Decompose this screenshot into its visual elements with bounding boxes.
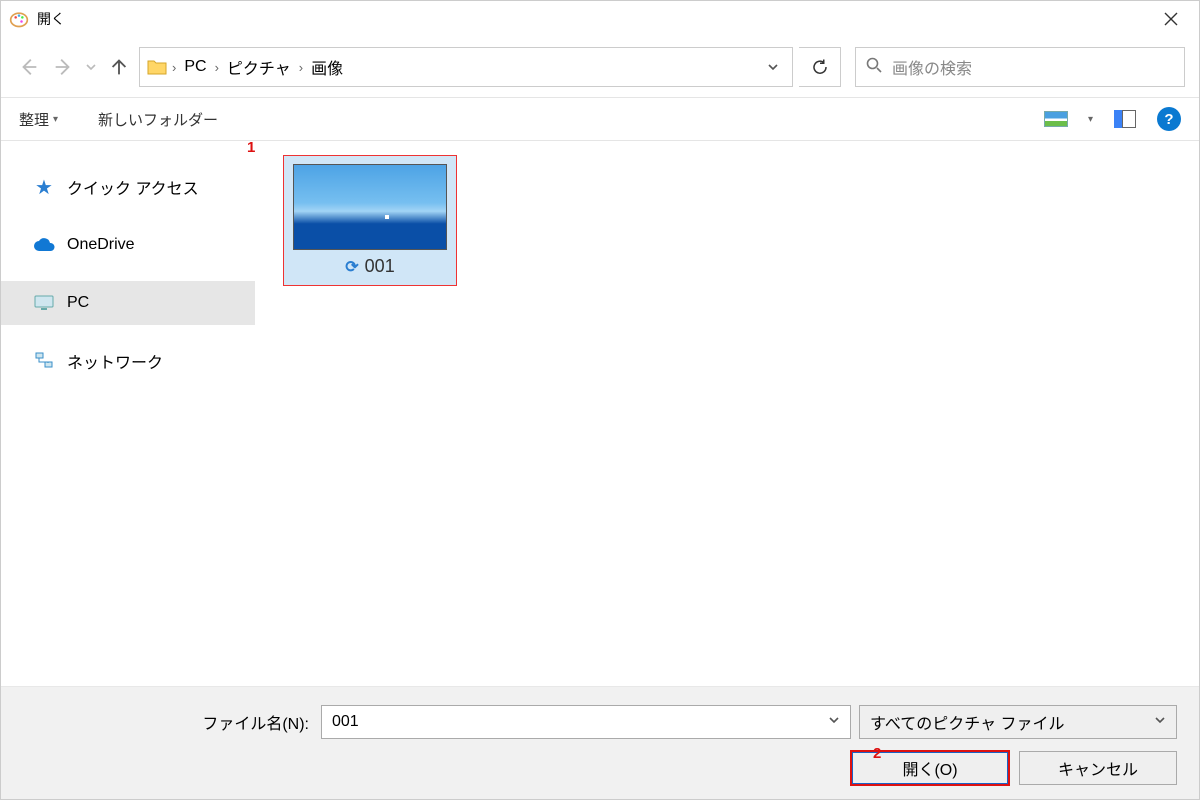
close-button[interactable] — [1151, 1, 1191, 37]
breadcrumb-item[interactable]: 画像 — [307, 53, 347, 81]
sidebar-item-onedrive[interactable]: OneDrive — [1, 223, 255, 267]
sidebar-item-pc[interactable]: PC — [1, 281, 255, 325]
dialog-title: 開く — [37, 9, 1151, 29]
caret-down-icon: ▾ — [53, 114, 58, 125]
nav-back-button[interactable] — [15, 53, 43, 81]
file-thumbnail — [293, 164, 447, 250]
chevron-down-icon[interactable] — [828, 713, 840, 731]
nav-history-dropdown[interactable] — [83, 53, 99, 81]
chevron-right-icon: › — [295, 60, 307, 75]
sidebar-item-quick-access[interactable]: ★ クイック アクセス — [1, 165, 255, 209]
breadcrumb-item[interactable]: PC — [180, 56, 210, 78]
arrow-up-icon — [108, 56, 130, 78]
network-icon — [33, 350, 55, 372]
filename-input[interactable]: 001 — [321, 705, 851, 739]
dialog-footer: ファイル名(N): 001 すべてのピクチャ ファイル 2 開く(O) キャンセ… — [1, 686, 1199, 799]
refresh-icon — [811, 58, 829, 76]
sidebar-item-network[interactable]: ネットワーク — [1, 339, 255, 383]
file-item-selected[interactable]: ⟳ 001 — [283, 155, 457, 286]
sync-icon: ⟳ — [345, 257, 358, 277]
open-button-label: 開く(O) — [902, 756, 957, 780]
filetype-value: すべてのピクチャ ファイル — [870, 710, 1065, 734]
annotation-callout-2: 2 — [873, 745, 881, 762]
sidebar-item-label: PC — [67, 294, 89, 312]
annotation-callout-1: 1 — [247, 141, 255, 156]
cloud-icon — [33, 234, 55, 256]
search-icon — [866, 57, 882, 78]
picture-icon — [1044, 111, 1068, 127]
sidebar-item-label: クイック アクセス — [67, 175, 199, 199]
file-name: 001 — [365, 256, 395, 277]
caret-down-icon[interactable]: ▾ — [1088, 114, 1093, 125]
new-folder-button[interactable]: 新しいフォルダー — [98, 109, 218, 130]
folder-icon — [146, 56, 168, 78]
help-button[interactable]: ? — [1157, 107, 1181, 131]
organize-menu[interactable]: 整理 ▾ — [19, 109, 58, 130]
help-icon: ? — [1164, 111, 1173, 128]
open-dialog: 開く › PC › ピクチャ › 画像 — [0, 0, 1200, 800]
filename-label: ファイル名(N): — [23, 710, 313, 734]
sidebar-item-label: OneDrive — [67, 236, 135, 254]
paint-icon — [9, 9, 29, 29]
address-bar[interactable]: › PC › ピクチャ › 画像 — [139, 47, 793, 87]
chevron-right-icon: › — [168, 60, 180, 75]
sidebar: ★ クイック アクセス OneDrive PC — [1, 141, 255, 686]
nav-up-button[interactable] — [105, 53, 133, 81]
sidebar-item-label: ネットワーク — [67, 349, 163, 373]
refresh-button[interactable] — [799, 47, 841, 87]
titlebar: 開く — [1, 1, 1199, 37]
chevron-down-icon — [86, 62, 96, 72]
cancel-button-label: キャンセル — [1058, 756, 1138, 780]
toolbar: 整理 ▾ 新しいフォルダー ▾ ? — [1, 97, 1199, 141]
chevron-right-icon: › — [211, 60, 223, 75]
chevron-down-icon[interactable] — [1154, 713, 1166, 731]
nav-forward-button[interactable] — [49, 53, 77, 81]
new-folder-label: 新しいフォルダー — [98, 109, 218, 130]
star-icon: ★ — [33, 176, 55, 198]
filename-value: 001 — [332, 713, 359, 731]
close-icon — [1164, 12, 1178, 26]
pc-icon — [33, 292, 55, 314]
search-placeholder: 画像の検索 — [892, 55, 972, 79]
chevron-down-icon — [767, 61, 779, 73]
arrow-right-icon — [52, 56, 74, 78]
address-dropdown[interactable] — [760, 61, 786, 73]
filetype-select[interactable]: すべてのピクチャ ファイル — [859, 705, 1177, 739]
search-input[interactable]: 画像の検索 — [855, 47, 1185, 87]
cancel-button[interactable]: キャンセル — [1019, 751, 1177, 785]
main-area: ★ クイック アクセス OneDrive PC — [1, 141, 1199, 686]
file-list[interactable]: 1 ⟳ 001 — [255, 141, 1199, 686]
file-label-row: ⟳ 001 — [345, 256, 394, 277]
preview-pane-button[interactable] — [1111, 107, 1139, 131]
view-thumbnails-button[interactable] — [1042, 107, 1070, 131]
preview-pane-icon — [1114, 110, 1136, 128]
nav-row: › PC › ピクチャ › 画像 画像の検索 — [1, 37, 1199, 97]
breadcrumb-item[interactable]: ピクチャ — [223, 53, 295, 81]
arrow-left-icon — [18, 56, 40, 78]
organize-label: 整理 — [19, 109, 49, 130]
